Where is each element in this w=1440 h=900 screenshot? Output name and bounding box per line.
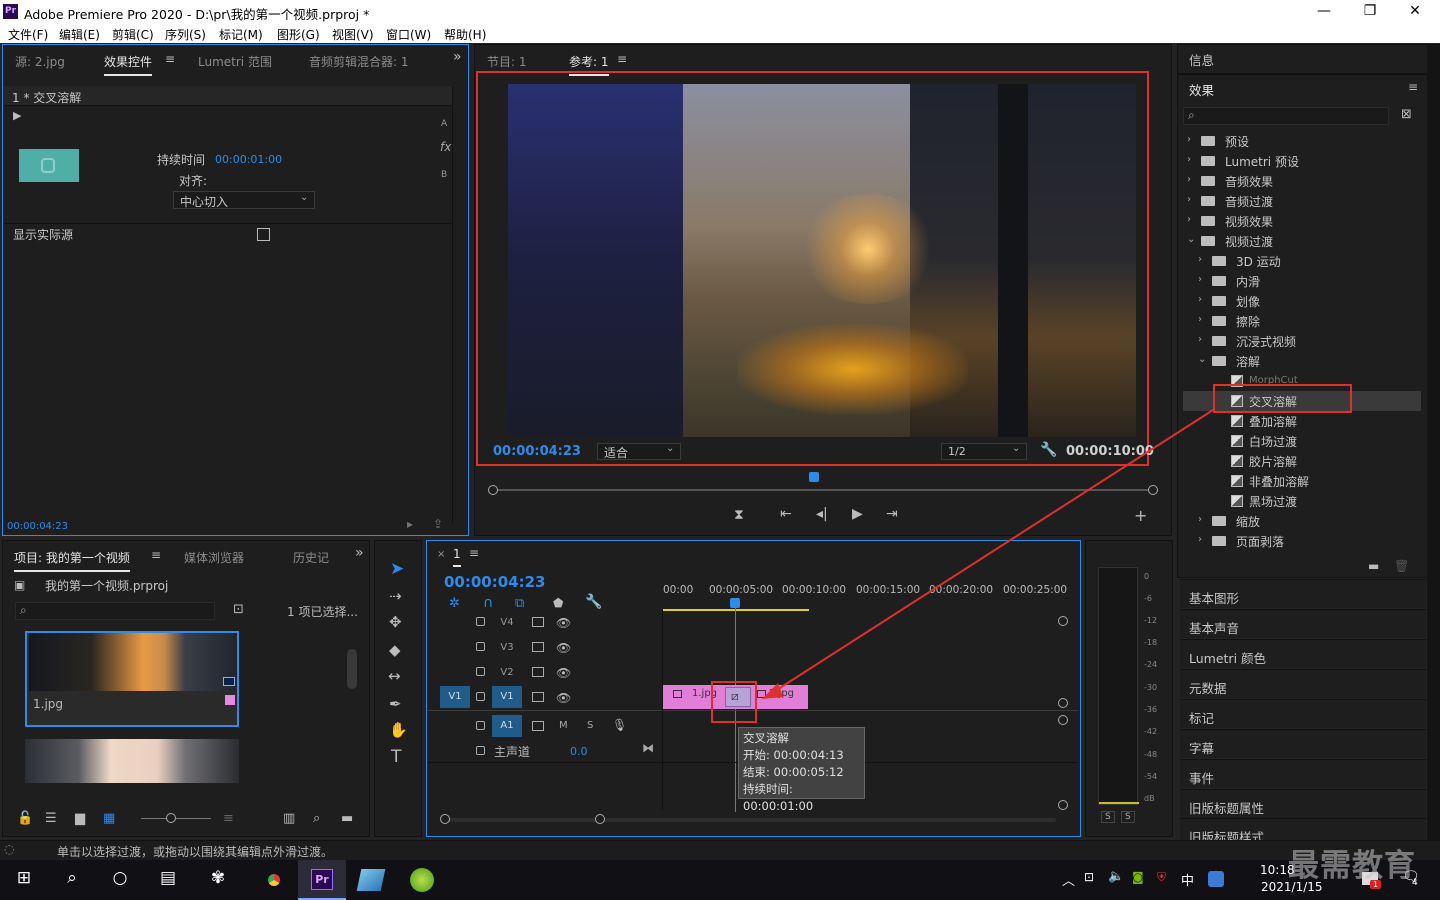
- status-bar: ◌ 单击以选择过渡，或拖动以围绕其编辑点外滑过渡。: [0, 840, 1440, 860]
- volume-icon[interactable]: 🔈: [1108, 869, 1124, 884]
- qq-icon[interactable]: [1208, 871, 1224, 887]
- task-view-icon[interactable]: ▤: [154, 868, 182, 892]
- ime-indicator[interactable]: 中: [1181, 870, 1194, 889]
- windows-start-icon[interactable]: ⊞: [10, 868, 38, 892]
- nvidia-icon[interactable]: ◙: [1132, 870, 1144, 884]
- network-icon[interactable]: ⊡: [1084, 870, 1094, 884]
- security-icon[interactable]: ⛨: [1157, 870, 1166, 885]
- tray-chevron-icon[interactable]: ︿: [1062, 870, 1075, 889]
- cortana-icon[interactable]: ○: [106, 868, 134, 892]
- search-icon[interactable]: ⌕: [58, 868, 86, 892]
- arrow-line: [771, 409, 1214, 694]
- chrome-icon[interactable]: [262, 868, 286, 892]
- green-app-icon[interactable]: [410, 868, 434, 892]
- status-icon: ◌: [4, 842, 15, 856]
- taskbar: ⊞ ⌕ ○ ▤ ✾ Pr ︿ ⊡ 🔈 ◙ ⛨ 中 10:18 2021/1/15…: [0, 860, 1440, 900]
- pinwheel-app-icon[interactable]: ✾: [204, 868, 232, 892]
- watermark: 最需教育: [1288, 848, 1416, 884]
- status-text: 单击以选择过渡，或拖动以围绕其编辑点外滑过渡。: [57, 845, 334, 859]
- notepad-app-icon[interactable]: [356, 869, 386, 891]
- annotation-arrow: [762, 409, 1214, 699]
- premiere-taskbar-button[interactable]: Pr: [298, 860, 346, 900]
- premiere-icon: Pr: [311, 869, 333, 890]
- arrow-head: [762, 683, 783, 699]
